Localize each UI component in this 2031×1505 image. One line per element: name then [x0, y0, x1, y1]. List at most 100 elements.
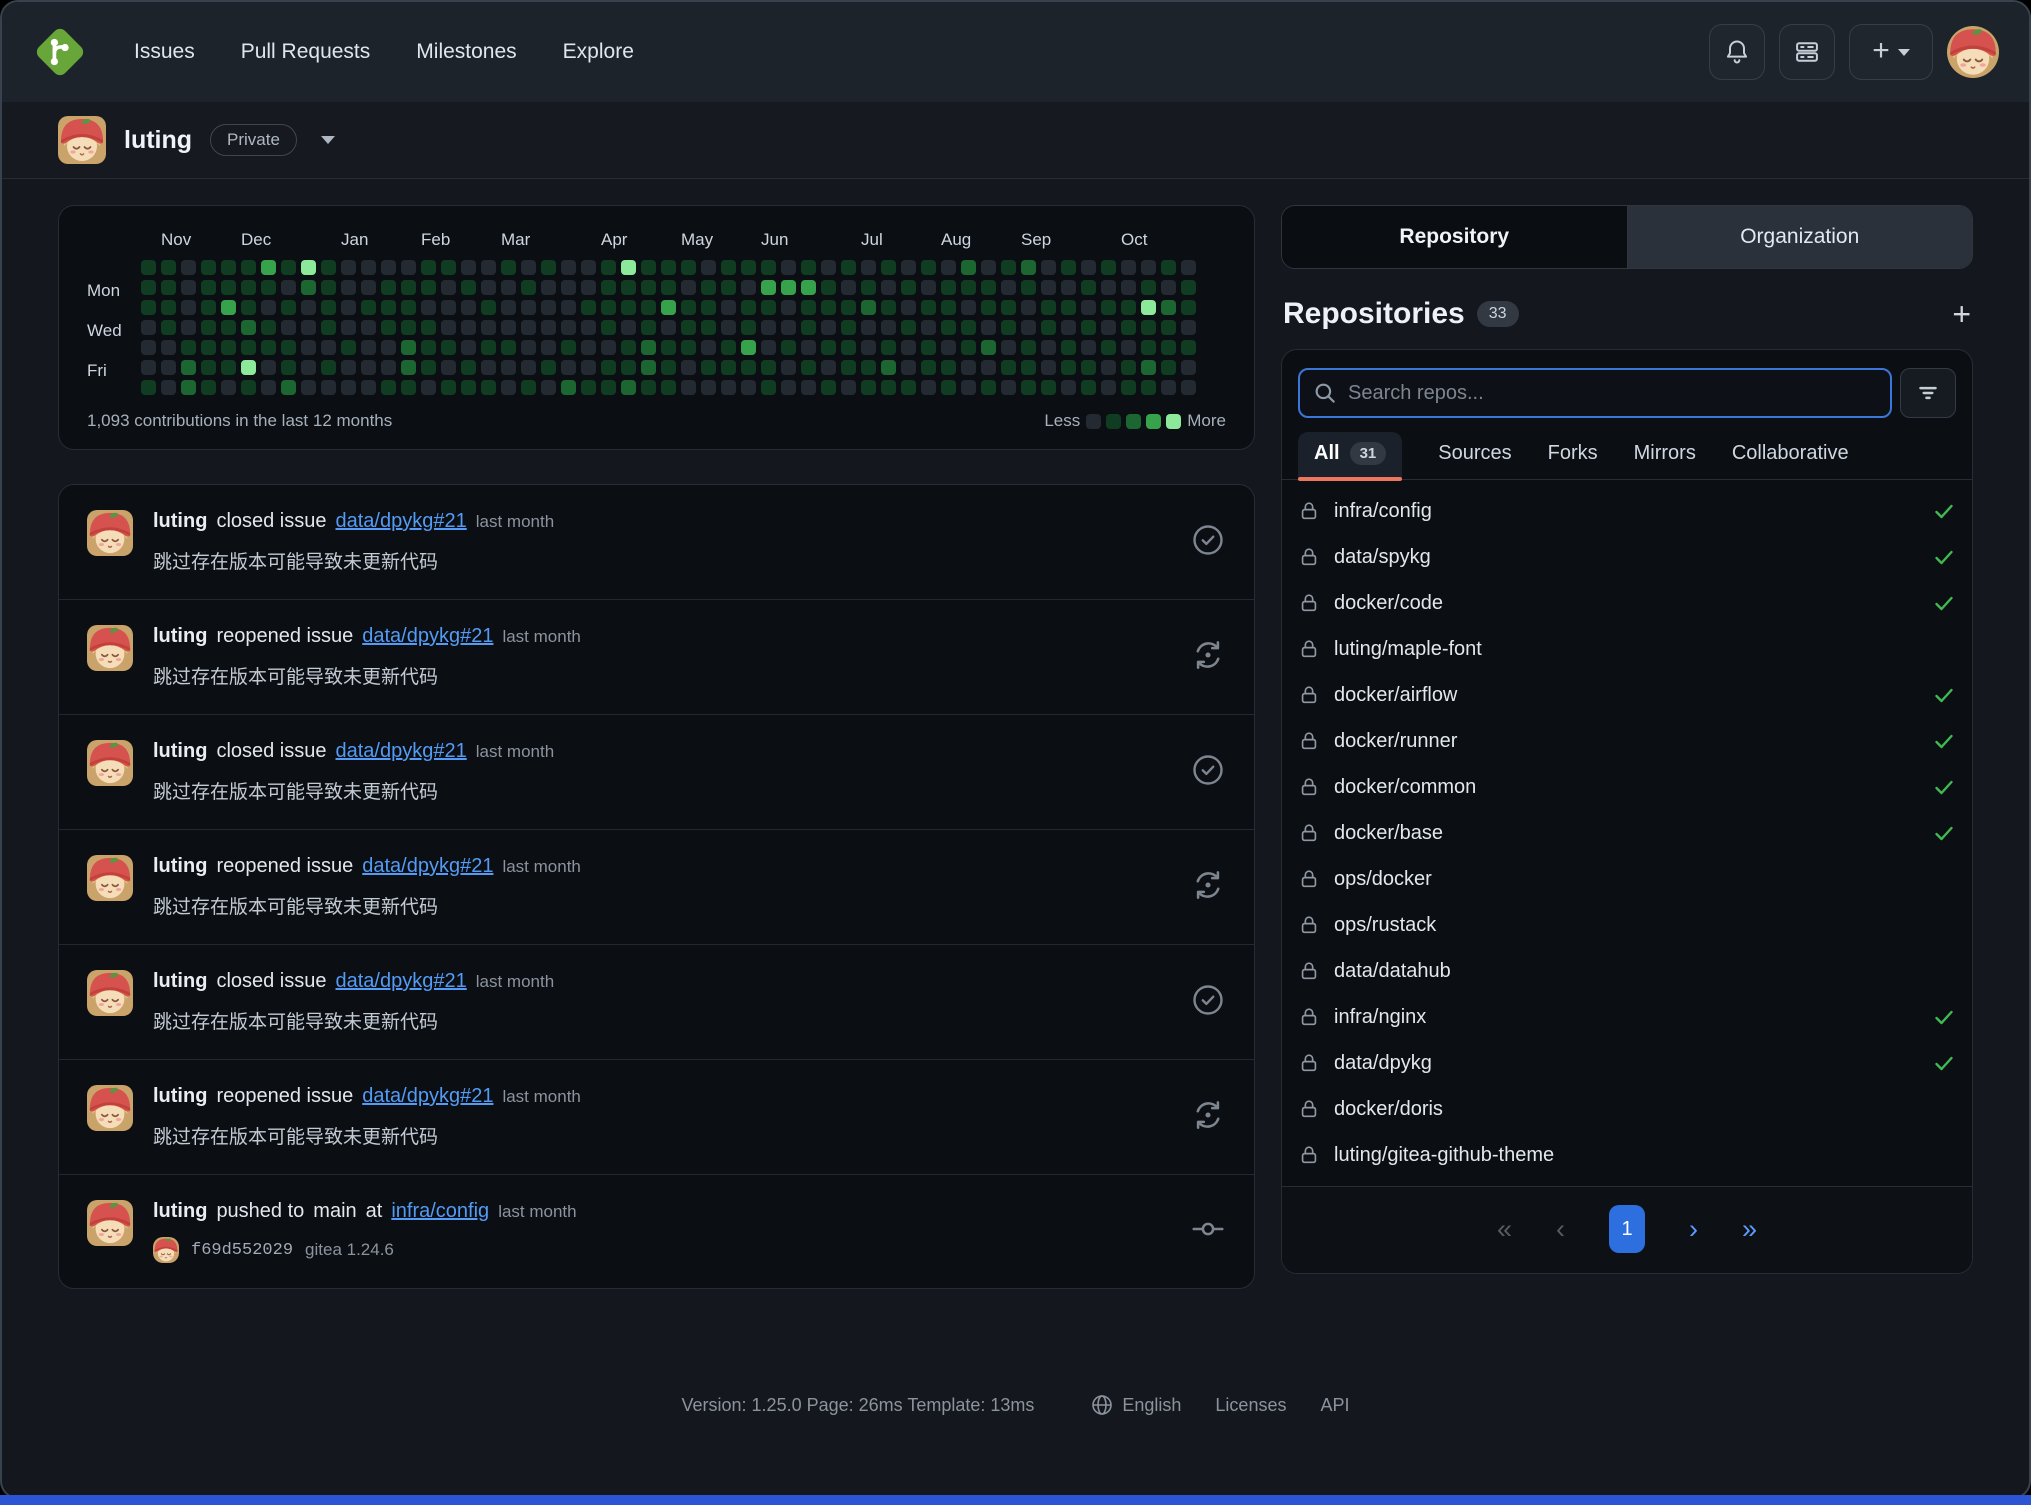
add-repository-button[interactable]: +: [1952, 298, 1971, 330]
heatmap-cell: [481, 360, 496, 375]
avatar[interactable]: [87, 1085, 133, 1131]
heatmap-cell: [921, 380, 936, 395]
feed-repo-link[interactable]: data/dpykg#21: [362, 625, 493, 648]
check-icon: [1932, 821, 1956, 845]
nav-link-issues[interactable]: Issues: [134, 40, 195, 64]
feed-actor[interactable]: luting: [153, 970, 207, 993]
gitea-logo[interactable]: [32, 24, 88, 80]
nav-link-pull-requests[interactable]: Pull Requests: [241, 40, 371, 64]
feed-repo-link[interactable]: data/dpykg#21: [362, 855, 493, 878]
feed-repo-link[interactable]: data/dpykg#21: [336, 970, 467, 993]
repo-name[interactable]: ops/docker: [1334, 868, 1918, 891]
repo-list-item[interactable]: luting/maple-font: [1298, 626, 1956, 672]
repo-list-item[interactable]: docker/common: [1298, 764, 1956, 810]
heatmap-cell: [841, 300, 856, 315]
repo-name[interactable]: docker/runner: [1334, 730, 1918, 753]
commit-sha-link[interactable]: f69d552029: [191, 1241, 293, 1260]
pagination-first-button[interactable]: «: [1497, 1216, 1512, 1243]
repo-list-item[interactable]: docker/base: [1298, 810, 1956, 856]
avatar[interactable]: [87, 740, 133, 786]
avatar[interactable]: [87, 510, 133, 556]
repo-name[interactable]: infra/nginx: [1334, 1006, 1918, 1029]
active-runners-button[interactable]: [1779, 24, 1835, 80]
repo-list-item[interactable]: ops/rustack: [1298, 902, 1956, 948]
repo-name[interactable]: docker/doris: [1334, 1098, 1918, 1121]
repo-name[interactable]: data/datahub: [1334, 960, 1918, 983]
pagination-current-page[interactable]: 1: [1609, 1205, 1645, 1253]
repo-list-item[interactable]: infra/config: [1298, 488, 1956, 534]
repo-list-item[interactable]: ops/docker: [1298, 856, 1956, 902]
user-menu-avatar[interactable]: [1947, 26, 1999, 78]
pagination-last-button[interactable]: »: [1742, 1216, 1757, 1243]
repo-filter-tab-all[interactable]: All 31: [1298, 432, 1402, 479]
heatmap-cell: [141, 380, 156, 395]
heatmap-cell: [621, 380, 636, 395]
profile-avatar[interactable]: [58, 116, 106, 164]
repo-name[interactable]: infra/config: [1334, 500, 1918, 523]
heatmap-cell: [461, 300, 476, 315]
licenses-link[interactable]: Licenses: [1215, 1395, 1286, 1416]
feed-repo-link[interactable]: infra/config: [391, 1200, 489, 1223]
heatmap-cell: [881, 340, 896, 355]
feed-repo-link[interactable]: data/dpykg#21: [336, 510, 467, 533]
feed-item: luting reopened issue data/dpykg#21 last…: [59, 1059, 1254, 1174]
heatmap-cell: [361, 380, 376, 395]
api-link[interactable]: API: [1320, 1395, 1349, 1416]
repo-name[interactable]: docker/common: [1334, 776, 1918, 799]
feed-actor[interactable]: luting: [153, 855, 207, 878]
repo-name[interactable]: data/spykg: [1334, 546, 1918, 569]
nav-link-explore[interactable]: Explore: [563, 40, 634, 64]
feed-actor[interactable]: luting: [153, 1200, 207, 1223]
language-selector[interactable]: English: [1090, 1393, 1181, 1417]
feed-repo-link[interactable]: data/dpykg#21: [362, 1085, 493, 1108]
repo-name[interactable]: luting/maple-font: [1334, 638, 1918, 661]
search-repos-input[interactable]: [1298, 368, 1892, 418]
repo-filter-button[interactable]: [1900, 368, 1956, 418]
repo-list-item[interactable]: docker/runner: [1298, 718, 1956, 764]
repo-name[interactable]: docker/base: [1334, 822, 1918, 845]
heatmap-cell: [401, 260, 416, 275]
repo-list-item[interactable]: data/spykg: [1298, 534, 1956, 580]
pagination-prev-button[interactable]: ‹: [1556, 1216, 1565, 1243]
feed-repo-link[interactable]: data/dpykg#21: [336, 740, 467, 763]
repo-name[interactable]: docker/airflow: [1334, 684, 1918, 707]
notifications-button[interactable]: [1709, 24, 1765, 80]
avatar[interactable]: [87, 855, 133, 901]
repo-filter-tab-collaborative[interactable]: Collaborative: [1732, 432, 1849, 479]
feed-branch[interactable]: main: [313, 1200, 356, 1223]
repo-list-item[interactable]: docker/doris: [1298, 1086, 1956, 1132]
avatar[interactable]: [87, 1200, 133, 1246]
repo-list-item[interactable]: data/datahub: [1298, 948, 1956, 994]
repo-filter-tab-sources[interactable]: Sources: [1438, 432, 1511, 479]
tab-organization[interactable]: Organization: [1628, 206, 1973, 268]
repo-name[interactable]: data/dpykg: [1334, 1052, 1918, 1075]
feed-actor[interactable]: luting: [153, 510, 207, 533]
heatmap-cell: [321, 380, 336, 395]
create-new-button[interactable]: +: [1849, 24, 1933, 80]
profile-dropdown-caret[interactable]: [321, 136, 335, 144]
pagination-next-button[interactable]: ›: [1689, 1216, 1698, 1243]
repo-filter-tab-forks[interactable]: Forks: [1548, 432, 1598, 479]
feed-actor[interactable]: luting: [153, 740, 207, 763]
heatmap-cell: [801, 360, 816, 375]
avatar[interactable]: [87, 625, 133, 671]
heatmap-cell: [981, 320, 996, 335]
repo-list-item[interactable]: luting/gitea-github-theme: [1298, 1132, 1956, 1178]
repo-list-item[interactable]: docker/airflow: [1298, 672, 1956, 718]
feed-actor[interactable]: luting: [153, 625, 207, 648]
repo-name[interactable]: ops/rustack: [1334, 914, 1918, 937]
nav-link-milestones[interactable]: Milestones: [416, 40, 516, 64]
feed-actor[interactable]: luting: [153, 1085, 207, 1108]
repo-list-item[interactable]: infra/nginx: [1298, 994, 1956, 1040]
repo-name[interactable]: luting/gitea-github-theme: [1334, 1144, 1918, 1167]
repo-name[interactable]: docker/code: [1334, 592, 1918, 615]
heatmap-cell: [561, 300, 576, 315]
heatmap-cell: [1061, 300, 1076, 315]
heatmap-cell: [561, 280, 576, 295]
avatar[interactable]: [87, 970, 133, 1016]
repo-list-item[interactable]: docker/code: [1298, 580, 1956, 626]
repo-filter-tab-mirrors[interactable]: Mirrors: [1634, 432, 1696, 479]
heatmap-cell: [641, 340, 656, 355]
repo-list-item[interactable]: data/dpykg: [1298, 1040, 1956, 1086]
tab-repository[interactable]: Repository: [1282, 206, 1628, 268]
